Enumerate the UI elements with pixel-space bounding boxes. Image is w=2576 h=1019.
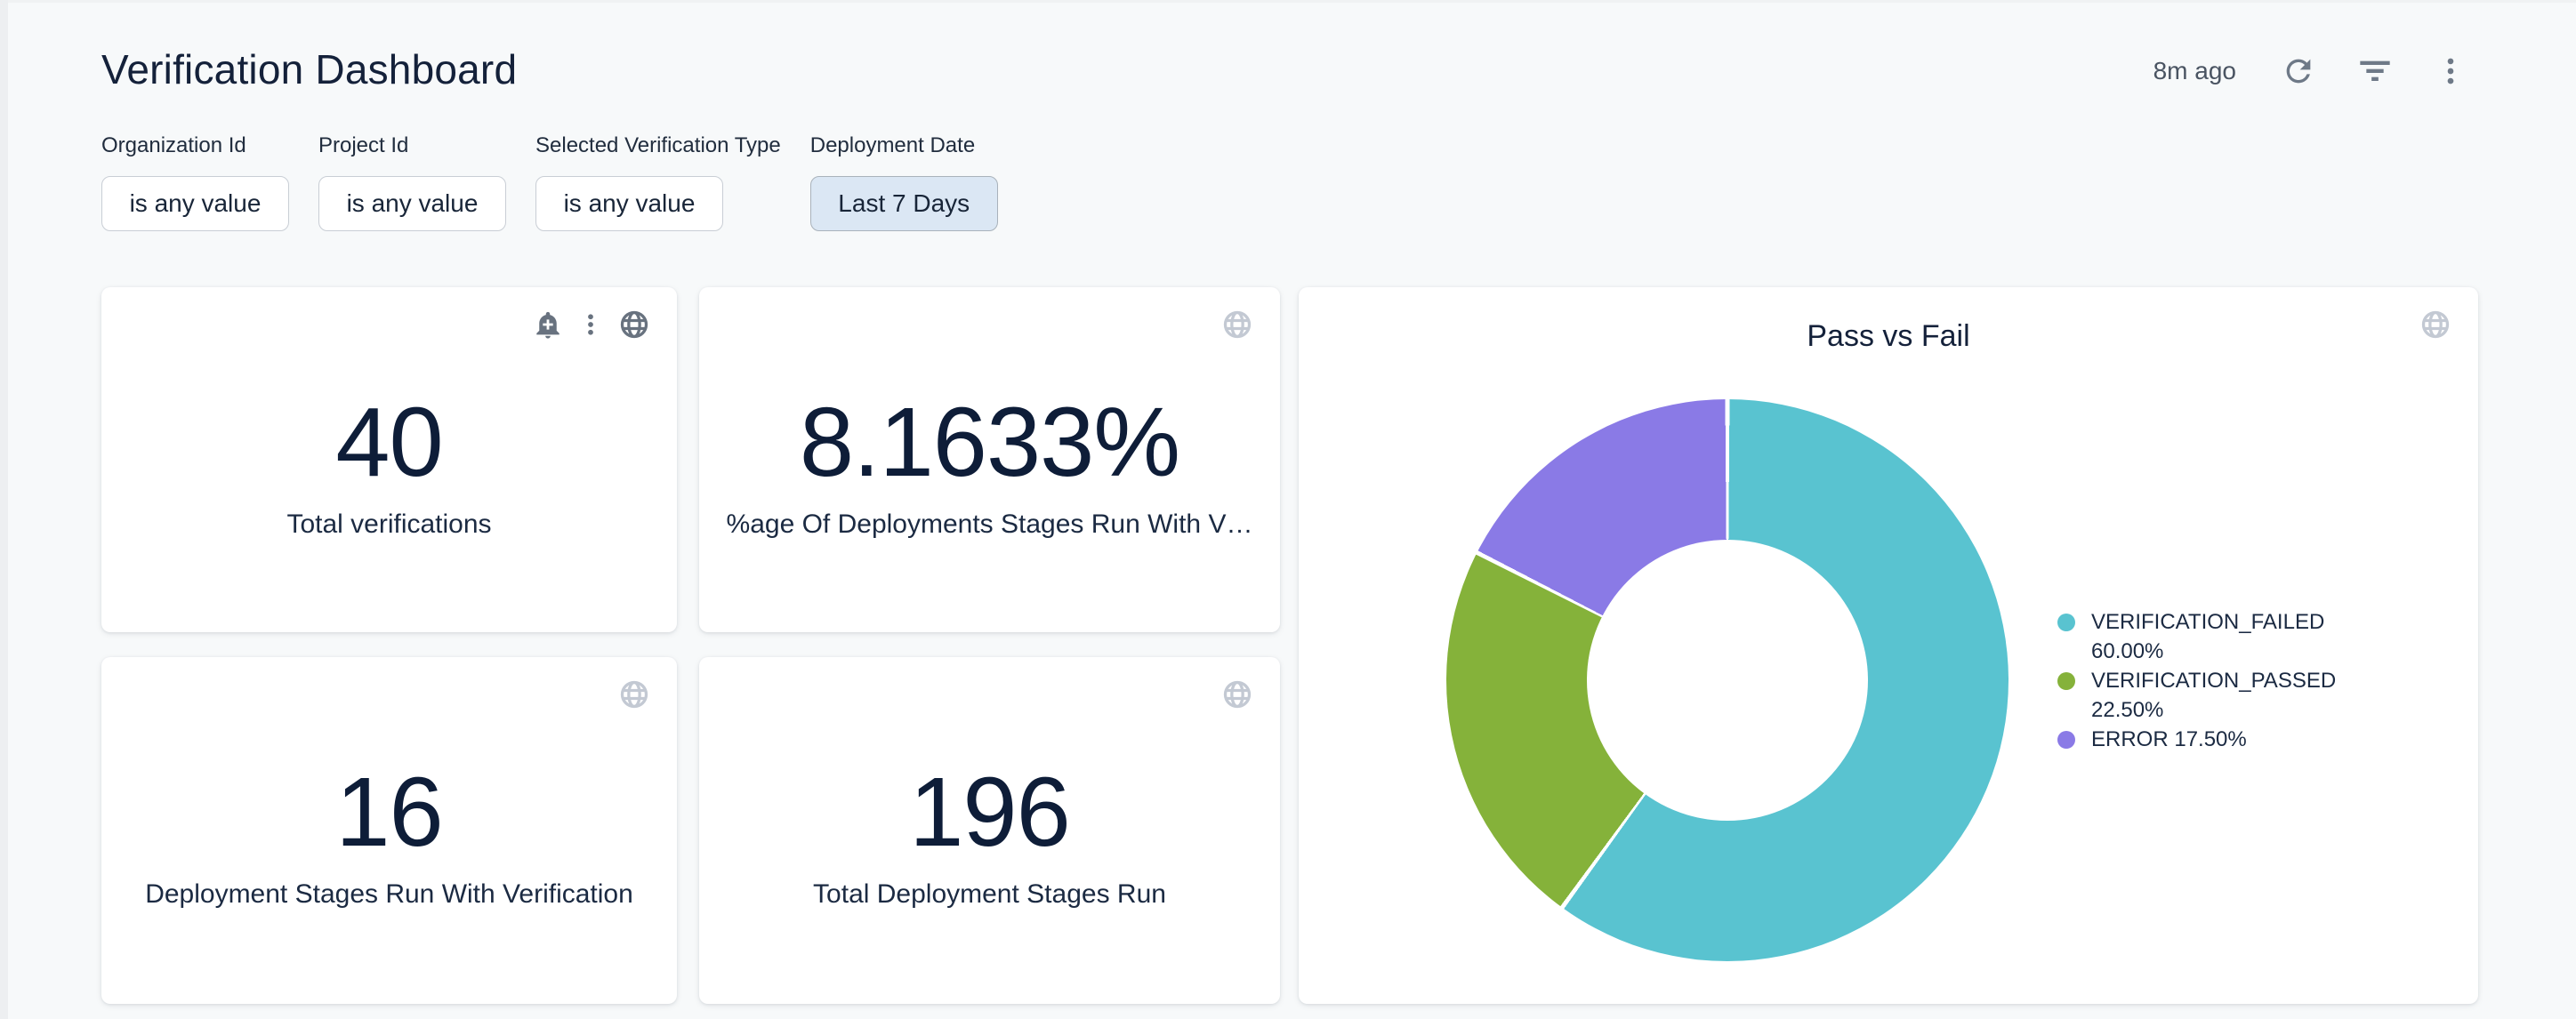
tile-globe-button[interactable]	[1221, 309, 1253, 341]
legend-swatch	[2057, 731, 2075, 749]
globe-icon	[1221, 309, 1253, 341]
filter-icon	[2357, 53, 2393, 89]
tile-globe-button[interactable]	[618, 309, 650, 341]
tile-value: 8.1633%	[699, 389, 1280, 497]
dashboard-page: Verification Dashboard 8m ago Organizati…	[0, 0, 2576, 1019]
kebab-menu-icon	[2434, 54, 2467, 88]
legend-item[interactable]: VERIFICATION_PASSED 22.50%	[2057, 666, 2395, 725]
page-title: Verification Dashboard	[101, 43, 517, 96]
filter-value-button[interactable]: is any value	[318, 176, 506, 231]
tile-value: 16	[101, 758, 677, 867]
window-left-edge	[0, 0, 8, 1019]
tile-hover-actions	[1221, 678, 1253, 710]
dashboard-more-button[interactable]	[2434, 54, 2467, 88]
tile-hover-actions	[533, 309, 650, 341]
tile-globe-button[interactable]	[618, 678, 650, 710]
tile-hover-actions	[1221, 309, 1253, 341]
tile-label: Total Deployment Stages Run	[699, 877, 1280, 912]
legend-item[interactable]: VERIFICATION_FAILED 60.00%	[2057, 607, 2395, 666]
filter-selected-verification-type: Selected Verification Type is any value	[535, 133, 781, 231]
filter-value-button[interactable]: is any value	[535, 176, 723, 231]
window-top-edge	[8, 0, 2576, 3]
filter-label: Organization Id	[101, 133, 289, 158]
alert-bell-icon	[533, 309, 563, 340]
tile-label: Deployment Stages Run With Verification	[101, 877, 677, 912]
filter-deployment-date: Deployment Date Last 7 Days	[810, 133, 998, 231]
filter-value-button[interactable]: is any value	[101, 176, 289, 231]
tile-label: %age Of Deployments Stages Run With V…	[699, 507, 1280, 542]
filter-bar: Organization Id is any value Project Id …	[101, 133, 998, 231]
filter-organization-id: Organization Id is any value	[101, 133, 289, 231]
tile-label: Total verifications	[101, 507, 677, 542]
legend-label: VERIFICATION_FAILED 60.00%	[2091, 607, 2367, 666]
legend-swatch	[2057, 672, 2075, 690]
tile-total-deployment-stages-run: 196 Total Deployment Stages Run	[699, 657, 1280, 1004]
tile-value: 40	[101, 389, 677, 497]
tile-hover-actions	[618, 678, 650, 710]
refresh-button[interactable]	[2281, 53, 2316, 89]
filter-label: Project Id	[318, 133, 506, 158]
filter-label: Selected Verification Type	[535, 133, 781, 158]
chart-card-pass-vs-fail: Pass vs Fail VERIFICATION_FAILED 60.00%V…	[1299, 287, 2478, 1004]
legend-label: ERROR 17.50%	[2091, 725, 2247, 754]
chart-title: Pass vs Fail	[1299, 317, 2478, 355]
refresh-icon	[2281, 53, 2316, 89]
tile-percentage-stages-with-verification: 8.1633% %age Of Deployments Stages Run W…	[699, 287, 1280, 632]
donut-chart[interactable]	[1446, 399, 2008, 961]
create-alert-button[interactable]	[533, 309, 563, 340]
chart-legend: VERIFICATION_FAILED 60.00%VERIFICATION_P…	[2057, 607, 2395, 754]
tile-globe-button[interactable]	[1221, 678, 1253, 710]
tile-menu-button[interactable]	[577, 311, 604, 338]
globe-icon	[618, 309, 650, 341]
tile-stages-run-with-verification: 16 Deployment Stages Run With Verificati…	[101, 657, 677, 1004]
globe-icon	[1221, 678, 1253, 710]
tile-total-verifications: 40 Total verifications	[101, 287, 677, 632]
legend-label: VERIFICATION_PASSED 22.50%	[2091, 666, 2367, 725]
filter-project-id: Project Id is any value	[318, 133, 506, 231]
last-refresh-time: 8m ago	[2153, 57, 2236, 85]
globe-icon	[2419, 309, 2451, 341]
legend-swatch	[2057, 614, 2075, 631]
header-actions: 8m ago	[2153, 52, 2467, 91]
kebab-menu-icon	[577, 311, 604, 338]
globe-icon	[618, 678, 650, 710]
filter-label: Deployment Date	[810, 133, 998, 158]
tile-globe-button[interactable]	[2419, 309, 2451, 341]
tile-value: 196	[699, 758, 1280, 867]
dashboard-filters-button[interactable]	[2357, 53, 2393, 89]
legend-item[interactable]: ERROR 17.50%	[2057, 725, 2395, 754]
filter-value-button-active[interactable]: Last 7 Days	[810, 176, 998, 231]
